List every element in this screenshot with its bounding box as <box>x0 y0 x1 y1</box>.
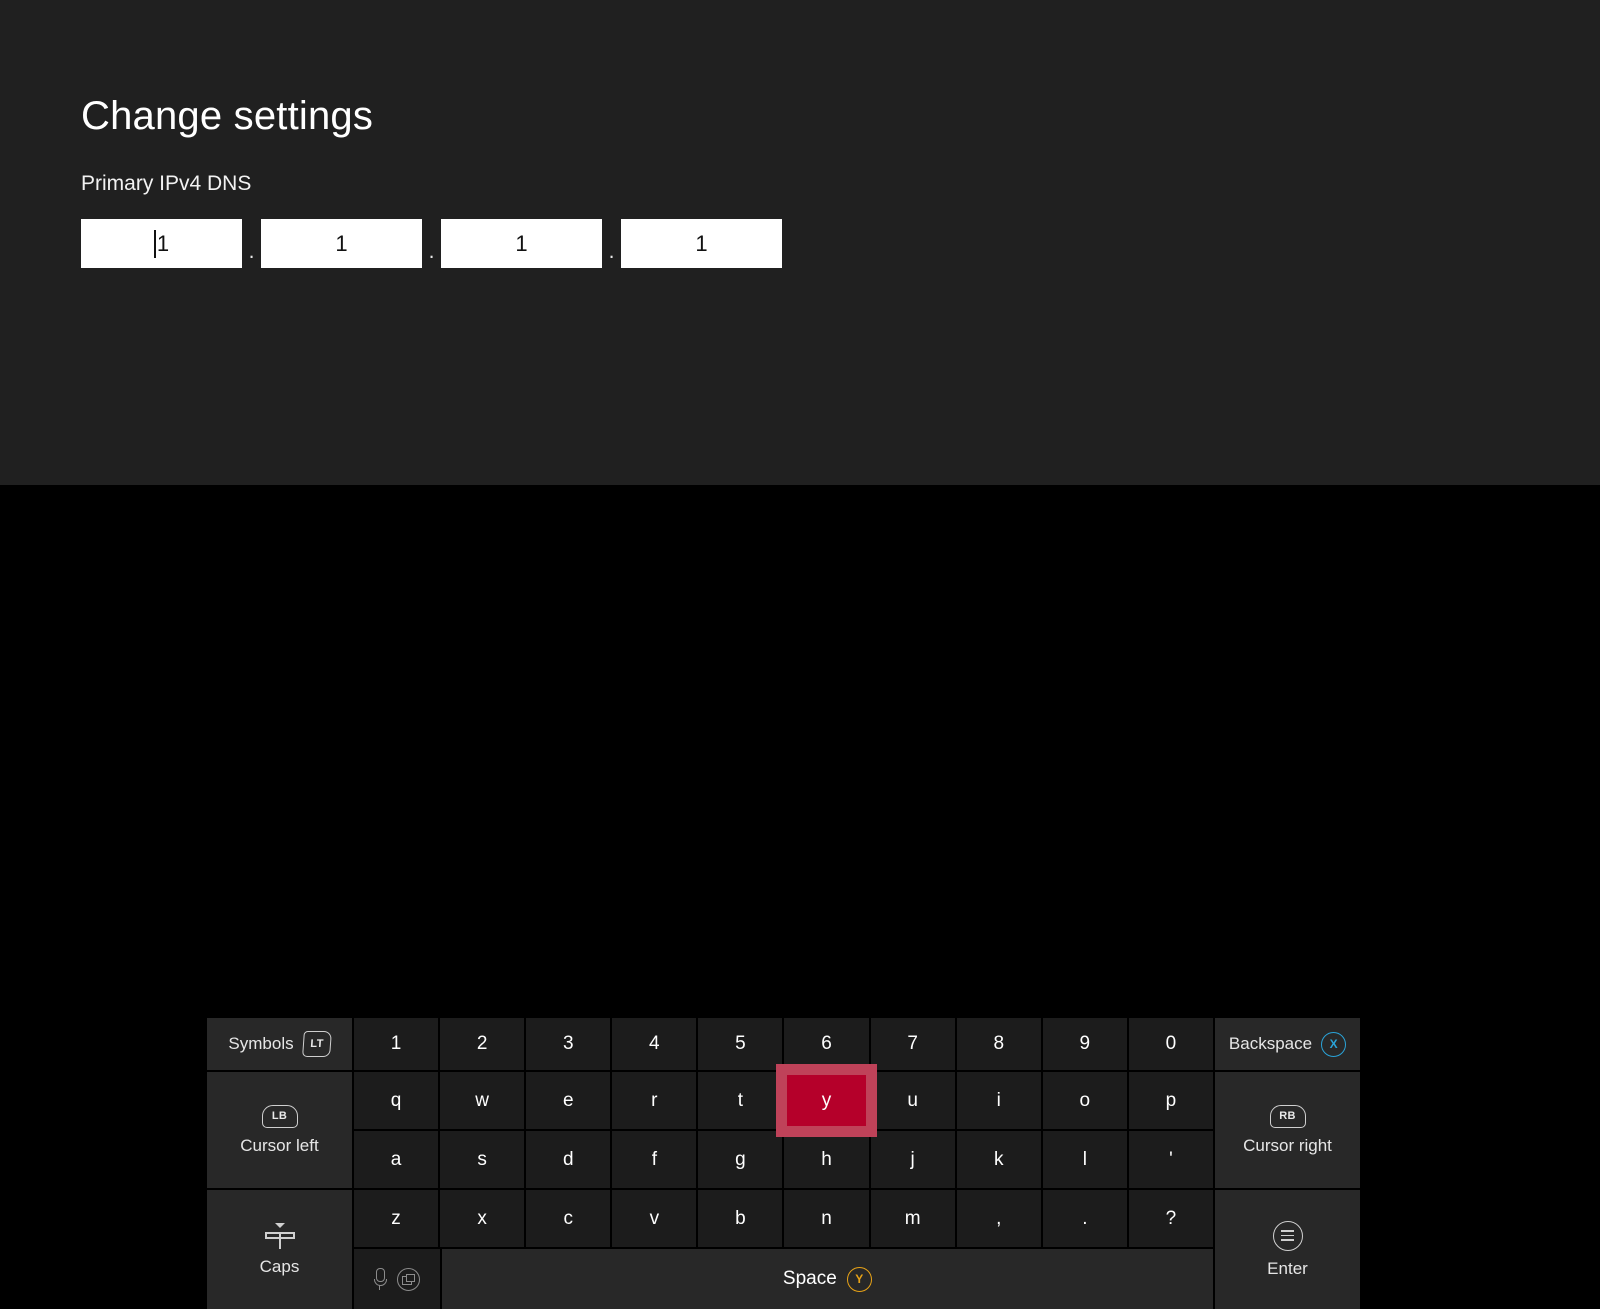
button-y-icon: Y <box>846 1266 872 1292</box>
key-space[interactable]: Space Y <box>441 1249 1213 1309</box>
key-g[interactable]: g <box>698 1131 783 1188</box>
page-title: Change settings <box>81 94 374 138</box>
text-caret <box>153 229 156 258</box>
keyboard-backdrop: Symbols LT LB Cursor left Caps 1 2 3 4 5… <box>0 485 1600 1309</box>
key-7[interactable]: 7 <box>870 1018 955 1070</box>
key-x[interactable]: x <box>440 1190 525 1247</box>
ip-separator-2: . <box>428 240 435 263</box>
ip-octet-3-input[interactable]: 1 <box>441 219 602 268</box>
key-y[interactable]: y <box>784 1072 869 1129</box>
key-o[interactable]: o <box>1042 1072 1127 1129</box>
key-6[interactable]: 6 <box>784 1018 869 1070</box>
key-cursor-left[interactable]: LB Cursor left <box>207 1072 352 1188</box>
key-5[interactable]: 5 <box>698 1018 783 1070</box>
key-2[interactable]: 2 <box>440 1018 525 1070</box>
key-backspace-label: Backspace <box>1228 1034 1313 1053</box>
key-8[interactable]: 8 <box>956 1018 1041 1070</box>
ip-octet-4-input[interactable]: 1 <box>621 219 782 268</box>
menu-button-icon <box>1272 1220 1303 1251</box>
key-q[interactable]: q <box>354 1072 439 1129</box>
key-p[interactable]: p <box>1128 1072 1213 1129</box>
key-comma[interactable]: , <box>956 1190 1041 1247</box>
microphone-icon[interactable] <box>373 1268 387 1290</box>
key-question[interactable]: ? <box>1128 1190 1213 1247</box>
key-enter-label: Enter <box>1267 1258 1308 1278</box>
bumper-rb-icon: RB <box>1269 1104 1306 1128</box>
keyboard-row-numbers: 1 2 3 4 5 6 7 8 9 0 <box>354 1018 1213 1070</box>
keyboard-utilities[interactable] <box>354 1249 440 1309</box>
key-t[interactable]: t <box>698 1072 783 1129</box>
key-backspace[interactable]: Backspace X <box>1215 1018 1360 1070</box>
key-cursor-right[interactable]: RB Cursor right <box>1215 1072 1360 1188</box>
key-symbols-label: Symbols <box>228 1034 294 1053</box>
key-c[interactable]: c <box>526 1190 611 1247</box>
ip-octet-4-value: 1 <box>695 230 708 256</box>
settings-panel: Change settings Primary IPv4 DNS 1 . 1 .… <box>0 0 1600 485</box>
key-f[interactable]: f <box>612 1131 697 1188</box>
key-n[interactable]: n <box>784 1190 869 1247</box>
key-k[interactable]: k <box>956 1131 1041 1188</box>
keyboard-row-qwerty: q w e r t y u i o p <box>354 1072 1213 1129</box>
key-4[interactable]: 4 <box>612 1018 697 1070</box>
ip-octet-2-input[interactable]: 1 <box>261 219 422 268</box>
key-a[interactable]: a <box>354 1131 439 1188</box>
key-s[interactable]: s <box>440 1131 525 1188</box>
ip-octet-3-value: 1 <box>515 230 528 256</box>
field-label: Primary IPv4 DNS <box>81 172 252 195</box>
key-cursor-right-label: Cursor right <box>1243 1135 1332 1155</box>
key-h[interactable]: h <box>784 1131 869 1188</box>
key-d[interactable]: d <box>526 1131 611 1188</box>
key-caps[interactable]: Caps <box>207 1190 352 1309</box>
trigger-lt-icon: LT <box>301 1031 332 1057</box>
on-screen-keyboard: Symbols LT LB Cursor left Caps 1 2 3 4 5… <box>207 1018 1360 1309</box>
ip-octet-2-value: 1 <box>335 230 348 256</box>
key-period[interactable]: . <box>1042 1190 1127 1247</box>
key-symbols[interactable]: Symbols LT <box>207 1018 352 1070</box>
keyboard-row-space: Space Y <box>354 1249 1213 1309</box>
key-1[interactable]: 1 <box>354 1018 439 1070</box>
ip-separator-1: . <box>248 240 255 263</box>
ip-octet-1-input[interactable]: 1 <box>81 219 242 268</box>
key-0[interactable]: 0 <box>1128 1018 1213 1070</box>
key-9[interactable]: 9 <box>1042 1018 1127 1070</box>
key-j[interactable]: j <box>870 1131 955 1188</box>
key-caps-label: Caps <box>259 1256 300 1276</box>
keyboard-row-bottom: z x c v b n m , . ? <box>354 1190 1213 1247</box>
clipboard-icon[interactable] <box>396 1267 420 1291</box>
key-r[interactable]: r <box>612 1072 697 1129</box>
key-b[interactable]: b <box>698 1190 783 1247</box>
key-m[interactable]: m <box>870 1190 955 1247</box>
key-space-label: Space <box>782 1268 837 1289</box>
key-w[interactable]: w <box>440 1072 525 1129</box>
caps-lock-icon <box>264 1222 296 1249</box>
ip-octet-1-value: 1 <box>156 230 170 256</box>
key-z[interactable]: z <box>354 1190 439 1247</box>
key-i[interactable]: i <box>956 1072 1041 1129</box>
key-v[interactable]: v <box>612 1190 697 1247</box>
key-u[interactable]: u <box>870 1072 955 1129</box>
keyboard-row-home: a s d f g h j k l ' <box>354 1131 1213 1188</box>
ip-separator-3: . <box>608 240 615 263</box>
key-3[interactable]: 3 <box>526 1018 611 1070</box>
key-e[interactable]: e <box>526 1072 611 1129</box>
keyboard-center-rows: 1 2 3 4 5 6 7 8 9 0 q w e r t y u i o p … <box>354 1018 1213 1309</box>
bumper-lb-icon: LB <box>261 1104 298 1128</box>
ip-address-field-group: 1 . 1 . 1 . 1 <box>81 219 782 268</box>
button-x-icon: X <box>1321 1031 1347 1057</box>
key-apostrophe[interactable]: ' <box>1128 1131 1213 1188</box>
key-cursor-left-label: Cursor left <box>240 1135 319 1155</box>
key-l[interactable]: l <box>1042 1131 1127 1188</box>
key-enter[interactable]: Enter <box>1215 1190 1360 1309</box>
